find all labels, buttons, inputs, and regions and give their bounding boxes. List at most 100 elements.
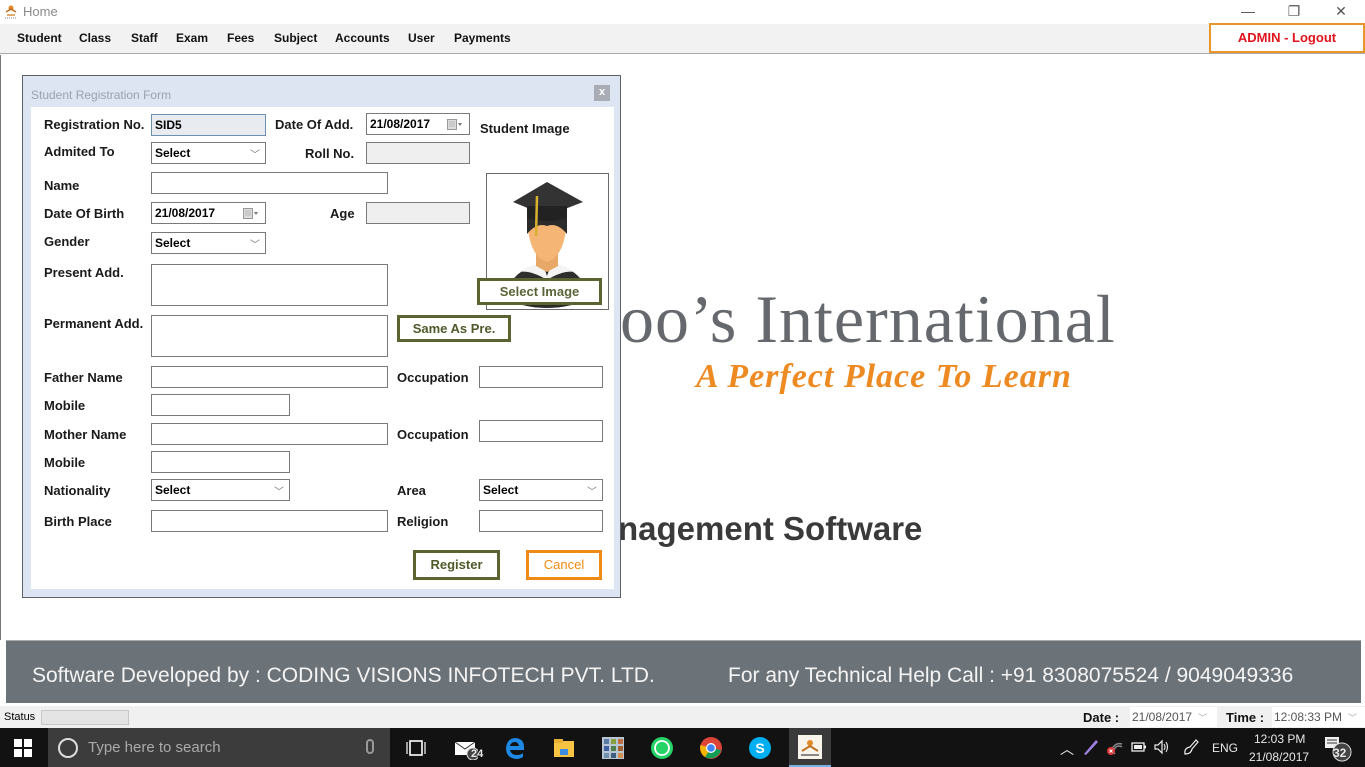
gender-select[interactable]: Select ﹀	[151, 232, 266, 254]
menu-class[interactable]: Class	[79, 31, 111, 45]
show-hidden-icons-chevron[interactable]: ︿	[1060, 739, 1074, 759]
close-button[interactable]: ✕	[1318, 0, 1364, 22]
taskbar-search[interactable]: Type here to search	[48, 728, 390, 767]
select-image-button[interactable]: Select Image	[477, 278, 602, 305]
registration-no-field[interactable]: SID5	[151, 114, 266, 136]
birth-place-field[interactable]	[151, 510, 388, 532]
skype-icon[interactable]: S	[748, 736, 772, 760]
wifi-disconnected-icon[interactable]	[1106, 738, 1124, 756]
father-mobile-field[interactable]	[151, 394, 290, 416]
permanent-add-label: Permanent Add.	[44, 316, 144, 331]
age-label: Age	[330, 206, 355, 221]
menu-student[interactable]: Student	[17, 31, 62, 45]
menu-payments[interactable]: Payments	[454, 31, 511, 45]
clock-date[interactable]: 21/08/2017	[1249, 750, 1309, 764]
app-logo-icon	[5, 5, 17, 19]
mother-mobile-field[interactable]	[151, 451, 290, 473]
photos-app-icon[interactable]	[601, 736, 625, 760]
admited-to-label: Admited To	[44, 144, 115, 159]
whatsapp-icon[interactable]	[650, 736, 674, 760]
date-of-birth-label: Date Of Birth	[44, 206, 125, 221]
age-field[interactable]	[366, 202, 470, 224]
menu-user[interactable]: User	[408, 31, 435, 45]
footer-banner: Software Developed by : CODING VISIONS I…	[6, 640, 1361, 703]
mother-occupation-field[interactable]	[479, 420, 603, 442]
roll-no-field[interactable]	[366, 142, 470, 164]
admited-to-value: Select	[155, 146, 191, 160]
time-picker[interactable]: 12:08:33 PM ﹀	[1272, 707, 1365, 727]
gender-value: Select	[155, 236, 191, 250]
time-label: Time :	[1226, 710, 1265, 725]
chrome-icon[interactable]	[699, 736, 723, 760]
windows-ink-icon[interactable]	[1182, 738, 1202, 756]
name-field[interactable]	[151, 172, 388, 194]
area-select[interactable]: Select ﹀	[479, 479, 603, 501]
microphone-icon[interactable]	[366, 739, 374, 754]
logout-button[interactable]: ADMIN - Logout	[1209, 23, 1365, 53]
gender-label: Gender	[44, 234, 90, 249]
calendar-dropdown-icon	[447, 119, 462, 130]
date-picker[interactable]: 21/08/2017 ﹀	[1130, 707, 1217, 727]
dialog-body: Registration No. SID5 Date Of Add. 21/08…	[31, 107, 614, 589]
cortana-icon	[58, 738, 78, 758]
present-add-field[interactable]	[151, 264, 388, 306]
chevron-down-icon: ﹀	[250, 240, 260, 251]
menu-fees[interactable]: Fees	[227, 31, 254, 45]
menu-accounts[interactable]: Accounts	[335, 31, 390, 45]
menu-staff[interactable]: Staff	[131, 31, 158, 45]
minimize-button[interactable]: —	[1225, 0, 1271, 22]
cancel-button[interactable]: Cancel	[526, 550, 602, 580]
time-value: 12:08:33 PM	[1274, 710, 1343, 724]
window-title: Home	[23, 4, 58, 19]
dialog-title: Student Registration Form	[31, 88, 172, 102]
area-label: Area	[397, 483, 426, 498]
admited-to-select[interactable]: Select ﹀	[151, 142, 266, 164]
svg-text:S: S	[755, 740, 764, 756]
developer-credit: Software Developed by : CODING VISIONS I…	[32, 664, 655, 687]
dialog-close-button[interactable]: x	[594, 85, 610, 101]
status-field	[41, 710, 129, 725]
mail-badge: 24	[471, 748, 484, 760]
menu-subject[interactable]: Subject	[274, 31, 317, 45]
father-name-field[interactable]	[151, 366, 388, 388]
pen-app-icon[interactable]	[1082, 738, 1100, 756]
clock-time[interactable]: 12:03 PM	[1254, 732, 1305, 746]
task-view-icon[interactable]	[404, 736, 428, 760]
father-occupation-field[interactable]	[479, 366, 603, 388]
help-contact: For any Technical Help Call : +91 830807…	[728, 664, 1294, 687]
date-of-birth-value: 21/08/2017	[155, 206, 216, 220]
search-placeholder: Type here to search	[88, 739, 221, 756]
date-of-birth-picker[interactable]: 21/08/2017	[151, 202, 266, 224]
nationality-select[interactable]: Select ﹀	[151, 479, 290, 501]
volume-icon[interactable]	[1153, 739, 1171, 755]
notification-count-badge: 32	[1333, 746, 1347, 760]
windows-start-icon[interactable]	[14, 739, 32, 757]
nationality-value: Select	[155, 483, 191, 497]
language-indicator[interactable]: ENG	[1212, 741, 1238, 755]
school-name: oo’s International	[620, 281, 1116, 357]
school-tagline: A Perfect Place To Learn	[696, 358, 1072, 395]
mother-name-field[interactable]	[151, 423, 388, 445]
file-explorer-icon[interactable]	[552, 736, 576, 760]
date-of-add-picker[interactable]: 21/08/2017	[366, 113, 470, 135]
religion-field[interactable]	[479, 510, 603, 532]
register-button[interactable]: Register	[413, 550, 500, 580]
name-label: Name	[44, 178, 80, 193]
date-of-add-label: Date Of Add.	[275, 117, 354, 132]
chevron-down-icon: ﹀	[587, 487, 597, 498]
edge-browser-icon[interactable]	[503, 736, 527, 760]
permanent-add-field[interactable]	[151, 315, 388, 357]
school-app-icon	[798, 735, 822, 759]
taskbar: Type here to search 24 S ︿ ENG 12:03 PM …	[0, 728, 1365, 767]
restore-button[interactable]: ❐	[1271, 0, 1317, 22]
present-add-label: Present Add.	[44, 265, 124, 280]
battery-icon[interactable]	[1131, 740, 1147, 754]
chevron-down-icon: ﹀	[250, 150, 260, 161]
same-as-present-button[interactable]: Same As Pre.	[397, 315, 511, 342]
active-app-tab[interactable]	[789, 728, 831, 767]
date-label: Date :	[1083, 710, 1120, 725]
date-value: 21/08/2017	[1132, 710, 1193, 724]
menu-exam[interactable]: Exam	[176, 31, 208, 45]
registration-no-label: Registration No.	[44, 117, 145, 132]
student-registration-dialog: Student Registration Form x Registration…	[22, 75, 621, 598]
